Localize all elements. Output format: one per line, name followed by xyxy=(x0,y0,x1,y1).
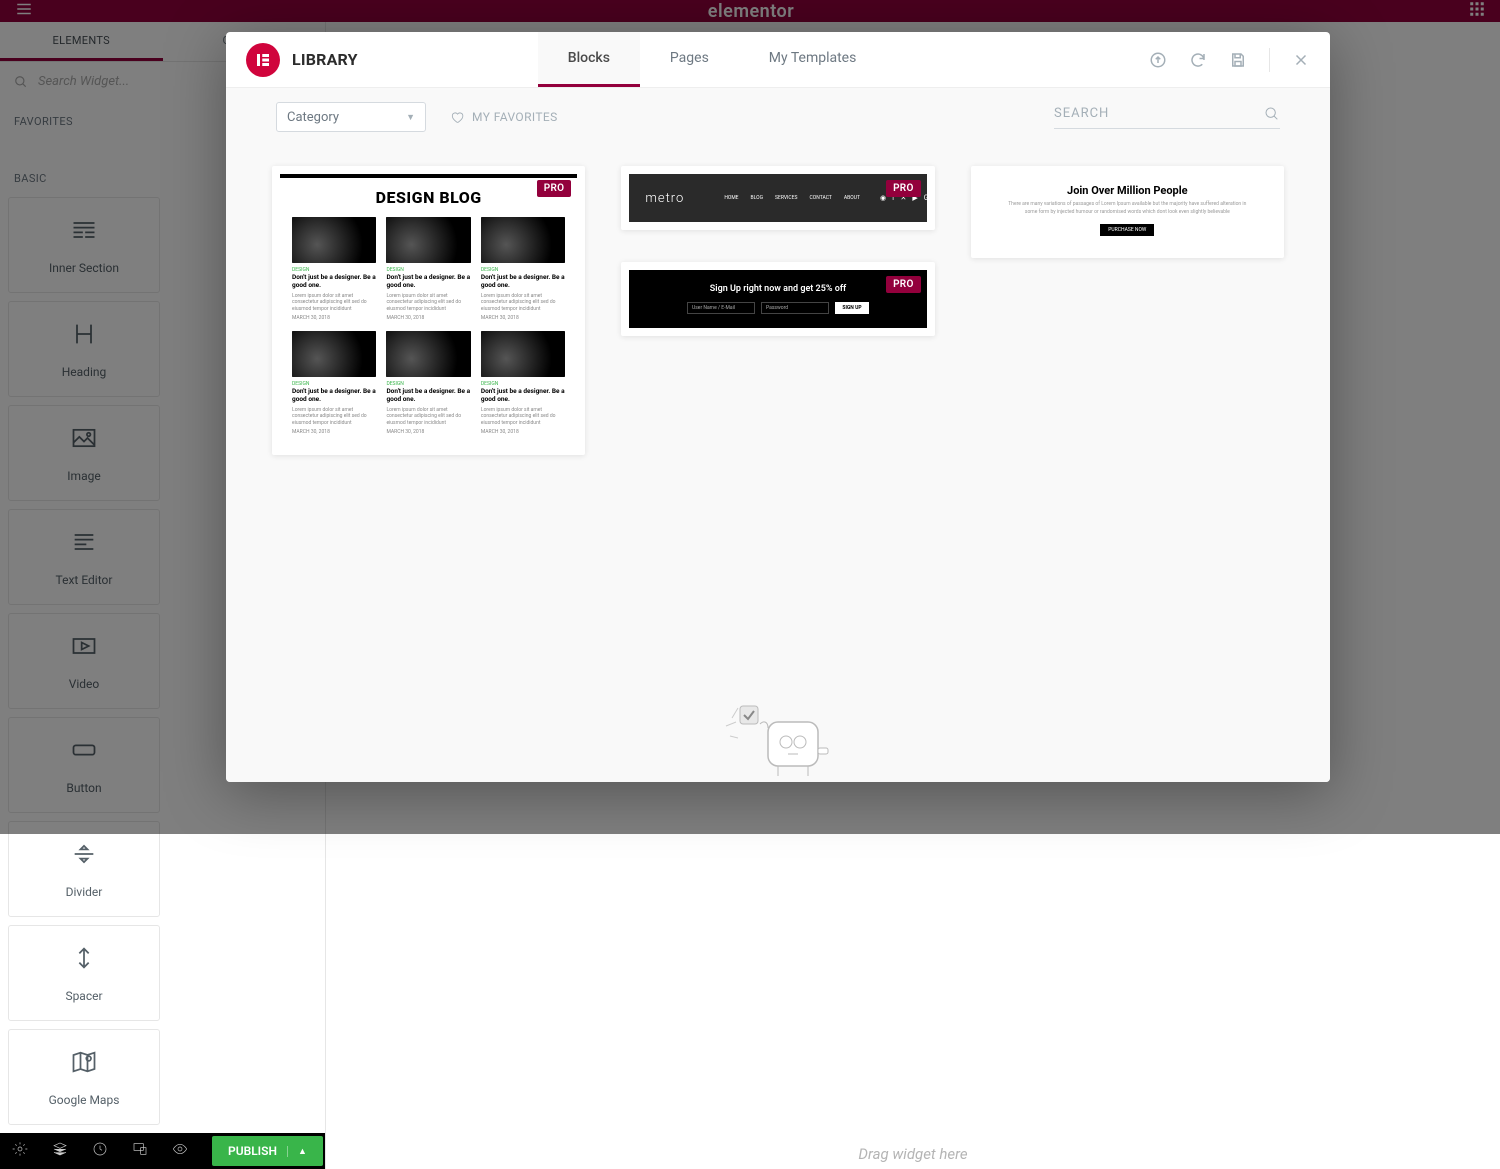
template-card[interactable]: PRO Sign Up right now and get 25% off Us… xyxy=(621,262,934,336)
widget-google-maps[interactable]: Google Maps xyxy=(8,1029,160,1125)
tab-pages[interactable]: Pages xyxy=(640,32,739,87)
widget-divider[interactable]: Divider xyxy=(8,821,160,917)
editor-footer: PUBLISH ▲ xyxy=(0,1133,325,1169)
modal-toolbar: Category ▼ MY FAVORITES SEARCH xyxy=(226,88,1330,146)
pro-badge: PRO xyxy=(886,276,921,293)
thumb-heading: Sign Up right now and get 25% off xyxy=(710,284,846,294)
elementor-logo-icon xyxy=(246,43,280,77)
import-icon[interactable] xyxy=(1149,51,1167,69)
publish-caret-icon[interactable]: ▲ xyxy=(287,1146,307,1157)
search-icon xyxy=(1264,106,1280,122)
my-favorites-button[interactable]: MY FAVORITES xyxy=(450,110,558,124)
divider xyxy=(1269,48,1270,72)
pro-badge: PRO xyxy=(886,180,921,197)
map-icon xyxy=(70,1048,98,1079)
publish-button[interactable]: PUBLISH ▲ xyxy=(212,1136,323,1166)
widget-spacer[interactable]: Spacer xyxy=(8,925,160,1021)
navigator-icon[interactable] xyxy=(52,1141,68,1161)
thumb-logo: metro xyxy=(645,191,684,206)
tab-my-templates[interactable]: My Templates xyxy=(739,32,887,87)
template-card[interactable]: PRO metro HOME BLOG SERVICES CONTACT ABO… xyxy=(621,166,934,230)
mascot-illustration xyxy=(718,692,838,782)
divider-icon xyxy=(70,840,98,871)
thumb-heading: Join Over Million People xyxy=(1007,184,1248,197)
save-icon[interactable] xyxy=(1229,51,1247,69)
history-icon[interactable] xyxy=(92,1141,108,1161)
pro-badge: PRO xyxy=(537,180,572,197)
responsive-icon[interactable] xyxy=(132,1141,148,1161)
settings-icon[interactable] xyxy=(12,1141,28,1161)
template-card[interactable]: Join Over Million People There are many … xyxy=(971,166,1284,258)
spacer-icon xyxy=(70,944,98,975)
template-search-input[interactable]: SEARCH xyxy=(1054,106,1280,129)
template-gallery[interactable]: PRO DESIGN BLOG DESIGNDon't just be a de… xyxy=(226,146,1330,782)
library-modal: LIBRARY Blocks Pages My Templates Catego… xyxy=(226,32,1330,782)
modal-header: LIBRARY Blocks Pages My Templates xyxy=(226,32,1330,88)
tab-blocks[interactable]: Blocks xyxy=(538,32,640,87)
chevron-down-icon: ▼ xyxy=(406,112,415,123)
close-icon[interactable] xyxy=(1292,51,1310,69)
category-select[interactable]: Category ▼ xyxy=(276,102,426,132)
thumb-heading: DESIGN BLOG xyxy=(292,188,565,207)
sync-icon[interactable] xyxy=(1189,51,1207,69)
template-card[interactable]: PRO DESIGN BLOG DESIGNDon't just be a de… xyxy=(272,166,585,455)
drop-hint: Drag widget here xyxy=(326,1145,1500,1163)
modal-title: LIBRARY xyxy=(292,50,358,69)
preview-icon[interactable] xyxy=(172,1141,188,1161)
